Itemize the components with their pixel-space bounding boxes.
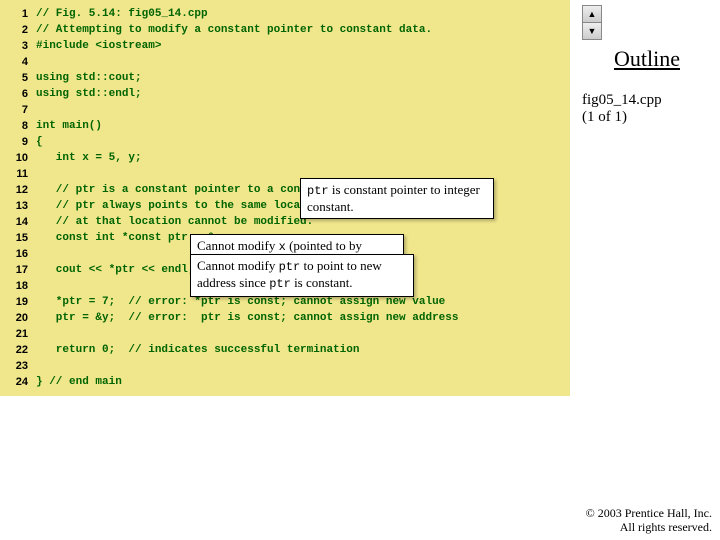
line-number: 10 (0, 150, 36, 166)
line-number: 18 (0, 278, 36, 294)
line-number: 16 (0, 246, 36, 262)
code-line: 1// Fig. 5.14: fig05_14.cpp (0, 6, 570, 22)
line-number: 20 (0, 310, 36, 326)
code-text: using std::endl; (36, 86, 570, 102)
code-line: 24} // end main (0, 374, 570, 390)
line-number: 15 (0, 230, 36, 246)
code-text: ptr = &y; // error: ptr is const; cannot… (36, 310, 570, 326)
code-line: 7 (0, 102, 570, 118)
code-text (36, 326, 570, 342)
code-line: 3#include <iostream> (0, 38, 570, 54)
code-line: 4 (0, 54, 570, 70)
line-number: 23 (0, 358, 36, 374)
nav-buttons: ▲ ▼ (582, 5, 602, 40)
line-number: 8 (0, 118, 36, 134)
copyright: © 2003 Prentice Hall, Inc. All rights re… (586, 506, 712, 534)
line-number: 17 (0, 262, 36, 278)
line-number: 2 (0, 22, 36, 38)
code-line: 22 return 0; // indicates successful ter… (0, 342, 570, 358)
code-line: 21 (0, 326, 570, 342)
line-number: 5 (0, 70, 36, 86)
code-text (36, 54, 570, 70)
code-line: 8int main() (0, 118, 570, 134)
line-number: 9 (0, 134, 36, 150)
line-number: 7 (0, 102, 36, 118)
code-text: int x = 5, y; (36, 150, 570, 166)
code-text: return 0; // indicates successful termin… (36, 342, 570, 358)
code-text: { (36, 134, 570, 150)
code-text: using std::cout; (36, 70, 570, 86)
copyright-line2: All rights reserved. (586, 520, 712, 534)
outline-panel: ▲ ▼ Outline fig05_14.cpp (1 of 1) (582, 4, 712, 126)
code-line: 23 (0, 358, 570, 374)
nav-up-button[interactable]: ▲ (583, 6, 601, 23)
line-number: 19 (0, 294, 36, 310)
line-number: 21 (0, 326, 36, 342)
line-number: 3 (0, 38, 36, 54)
code-text (36, 358, 570, 374)
callout-ptr-constant: ptr is constant pointer to integer const… (300, 178, 494, 219)
code-text: int main() (36, 118, 570, 134)
code-line: 5using std::cout; (0, 70, 570, 86)
line-number: 11 (0, 166, 36, 182)
code-text: // Attempting to modify a constant point… (36, 22, 570, 38)
code-text: #include <iostream> (36, 38, 570, 54)
code-text (36, 102, 570, 118)
file-part: (1 of 1) (582, 109, 712, 126)
code-line: 9{ (0, 134, 570, 150)
copyright-line1: © 2003 Prentice Hall, Inc. (586, 506, 712, 520)
code-line: 20 ptr = &y; // error: ptr is const; can… (0, 310, 570, 326)
code-text: // Fig. 5.14: fig05_14.cpp (36, 6, 570, 22)
line-number: 12 (0, 182, 36, 198)
line-number: 24 (0, 374, 36, 390)
code-line: 6using std::endl; (0, 86, 570, 102)
nav-down-button[interactable]: ▼ (583, 23, 601, 39)
line-number: 14 (0, 214, 36, 230)
code-text: } // end main (36, 374, 570, 390)
line-number: 13 (0, 198, 36, 214)
line-number: 4 (0, 54, 36, 70)
code-line: 2// Attempting to modify a constant poin… (0, 22, 570, 38)
line-number: 6 (0, 86, 36, 102)
callout-cannot-modify-ptr: Cannot modify ptr to point to new addres… (190, 254, 414, 297)
line-number: 22 (0, 342, 36, 358)
outline-title: Outline (582, 46, 712, 72)
file-name: fig05_14.cpp (582, 92, 712, 109)
line-number: 1 (0, 6, 36, 22)
code-line: 10 int x = 5, y; (0, 150, 570, 166)
